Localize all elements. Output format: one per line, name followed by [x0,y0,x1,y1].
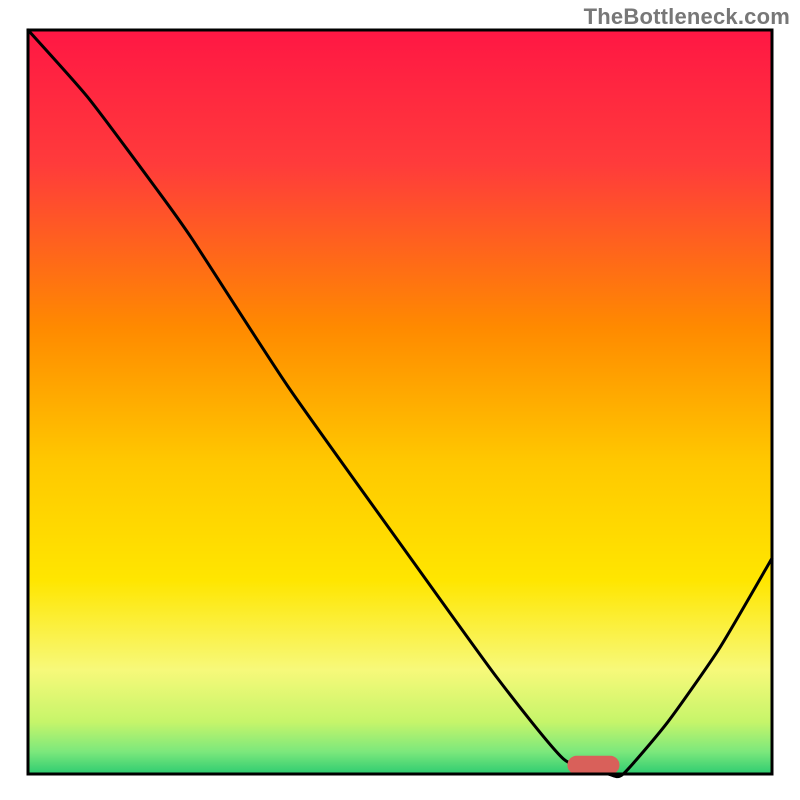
chart-container: TheBottleneck.com [0,0,800,800]
bottleneck-chart [0,0,800,800]
plot-background [28,30,772,774]
watermark-label: TheBottleneck.com [584,4,790,30]
optimal-marker [567,756,619,775]
